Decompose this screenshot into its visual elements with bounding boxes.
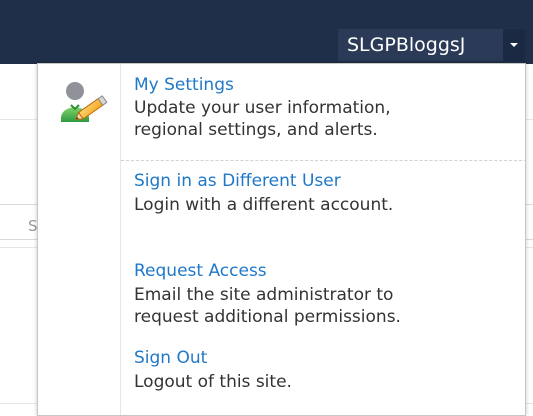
menu-item-request-access[interactable]: Request Access Email the site administra… xyxy=(38,255,525,337)
menu-item-title: Request Access xyxy=(134,261,267,281)
menu-item-description: regional settings, and alerts. xyxy=(134,120,378,140)
menu-item-description: Email the site administrator to xyxy=(134,285,394,305)
user-menu-button[interactable]: SLGPBloggsJ xyxy=(338,29,503,61)
chevron-down-icon[interactable] xyxy=(503,29,525,61)
menu-item-description: Update your user information, xyxy=(134,98,391,118)
menu-item-sign-out[interactable]: Sign Out Logout of this site. xyxy=(38,339,525,415)
menu-item-title: Sign Out xyxy=(134,348,208,368)
page: SLGPBloggsJ S My Settings Update your us… xyxy=(0,0,533,416)
menu-item-title: My Settings xyxy=(134,75,234,95)
user-edit-icon xyxy=(53,74,109,130)
menu-item-description: request additional permissions. xyxy=(134,307,401,327)
menu-item-my-settings[interactable]: My Settings Update your user information… xyxy=(38,64,525,160)
user-name: SLGPBloggsJ xyxy=(347,34,466,56)
menu-item-title: Sign in as Different User xyxy=(134,171,341,191)
menu-item-description: Logout of this site. xyxy=(134,372,292,392)
menu-item-sign-in-different-user[interactable]: Sign in as Different User Login with a d… xyxy=(38,161,525,233)
menu-item-description: Login with a different account. xyxy=(134,195,394,215)
user-dropdown-menu: My Settings Update your user information… xyxy=(37,63,526,416)
